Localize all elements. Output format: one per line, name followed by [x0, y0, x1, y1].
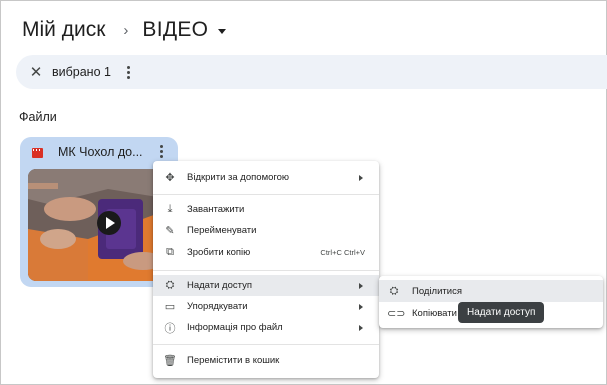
menu-divider — [153, 270, 379, 271]
link-icon: ⊂⊃ — [387, 307, 406, 320]
person-add-icon: ⛭ — [165, 279, 175, 291]
play-icon[interactable] — [97, 211, 121, 235]
menu-item-label: Відкрити за допомогою — [187, 172, 290, 183]
clear-selection-button[interactable]: ✕ — [24, 63, 48, 81]
menu-item-label: Зробити копію — [187, 247, 251, 258]
menu-divider — [153, 344, 379, 345]
menu-divider — [153, 194, 379, 195]
submenu-arrow-icon — [359, 324, 363, 331]
menu-item-share[interactable]: ⛭ Надати доступ — [153, 275, 379, 296]
menu-item-rename[interactable]: ✎ Перейменувати — [153, 220, 379, 241]
rename-icon: ✎ — [165, 225, 175, 237]
context-menu: ✥ Відкрити за допомогою ⤓ Завантажити ✎ … — [153, 161, 379, 378]
trash-icon: 🗑 — [163, 355, 177, 367]
info-icon: ⓘ — [164, 322, 176, 335]
video-thumbnail[interactable] — [28, 169, 170, 281]
menu-item-open-with[interactable]: ✥ Відкрити за допомогою — [153, 167, 379, 188]
submenu-item-label: Копіювати — [412, 307, 457, 319]
copy-icon: ⧉ — [166, 246, 174, 258]
file-name: МК Чохол до... — [58, 145, 143, 159]
tooltip: Надати доступ — [458, 302, 545, 323]
video-file-icon — [32, 148, 43, 158]
submenu-arrow-icon — [359, 282, 363, 289]
download-icon: ⤓ — [167, 203, 173, 215]
chevron-right-icon: › — [123, 21, 129, 39]
move-icon: ✥ — [165, 172, 175, 184]
menu-item-download[interactable]: ⤓ Завантажити — [153, 199, 379, 220]
menu-item-label: Інформація про файл — [187, 322, 283, 333]
submenu-item-label: Поділитися — [412, 285, 462, 297]
shortcut-hint: Ctrl+C Ctrl+V — [320, 248, 365, 257]
folder-icon: ▭ — [164, 301, 176, 313]
breadcrumb-current-folder[interactable]: ВІДЕО — [142, 18, 208, 42]
files-section-title: Файли — [19, 110, 57, 124]
selection-count: вибрано 1 — [52, 65, 111, 79]
breadcrumb-root[interactable]: Мій диск — [22, 18, 105, 42]
menu-item-organize[interactable]: ▭ Упорядкувати — [153, 296, 379, 317]
submenu-arrow-icon — [359, 303, 363, 310]
menu-item-file-info[interactable]: ⓘ Інформація про файл — [153, 317, 379, 338]
menu-item-label: Перемістити в кошик — [187, 355, 280, 366]
submenu-arrow-icon — [359, 174, 363, 181]
menu-item-label: Завантажити — [187, 204, 245, 215]
more-actions-icon[interactable] — [126, 65, 130, 79]
menu-item-label: Перейменувати — [187, 225, 257, 236]
selection-bar: ✕ вибрано 1 — [16, 55, 607, 89]
breadcrumb: Мій диск › ВІДЕО — [22, 16, 227, 44]
file-more-icon[interactable] — [160, 145, 163, 158]
submenu-item-share[interactable]: ⛭ Поділитися — [379, 280, 603, 302]
menu-item-label: Упорядкувати — [187, 301, 248, 312]
person-add-icon: ⛭ — [389, 284, 399, 297]
menu-item-label: Надати доступ — [187, 280, 252, 291]
menu-item-move-to-trash[interactable]: 🗑 Перемістити в кошик — [153, 350, 379, 371]
menu-item-make-copy[interactable]: ⧉ Зробити копію Ctrl+C Ctrl+V — [153, 242, 379, 263]
caret-down-icon[interactable] — [218, 28, 227, 34]
